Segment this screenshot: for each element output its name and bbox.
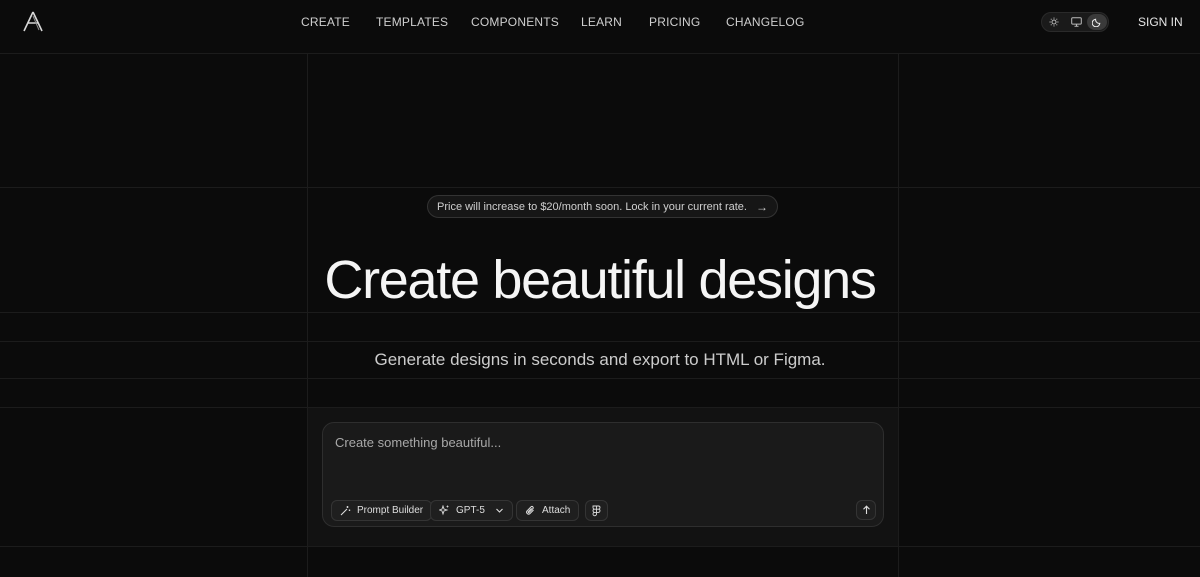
page-subtitle: Generate designs in seconds and export t… [374,350,826,369]
nav-item-learn[interactable]: LEARN [581,15,622,29]
model-label: GPT-5 [456,505,485,516]
banner-text: Price will increase to $20/month soon. L… [437,200,747,213]
nav-item-changelog[interactable]: CHANGELOG [726,15,804,29]
grid-line [0,312,1200,313]
grid-line [0,378,1200,379]
monitor-icon [1070,17,1082,27]
top-nav-bar: CREATE TEMPLATES COMPONENTS LEARN PRICIN… [0,0,1200,44]
nav-item-pricing[interactable]: PRICING [649,15,700,29]
grid-line [0,341,1200,342]
attach-label: Attach [542,505,571,516]
arrow-right-icon: → [755,199,768,214]
attach-button[interactable]: Attach [516,500,580,521]
sun-icon [1049,17,1059,27]
prompt-input[interactable] [333,433,877,477]
grid-line [898,54,899,577]
page-title: Create beautiful designs [324,250,876,310]
price-banner[interactable]: Price will increase to $20/month soon. L… [427,195,778,218]
model-select[interactable]: GPT-5 [430,500,513,521]
sign-in-link[interactable]: SIGN IN [1138,15,1183,29]
grid-line [0,546,1200,547]
nav-item-create[interactable]: CREATE [301,15,350,29]
paperclip-icon [526,505,534,515]
main-nav: CREATE TEMPLATES COMPONENTS LEARN PRICIN… [0,0,1200,44]
theme-light-button[interactable] [1044,14,1064,30]
chevron-down-icon [496,508,503,513]
figma-icon [592,505,601,516]
theme-toggle [1041,12,1109,32]
prompt-builder-label: Prompt Builder [357,505,424,516]
nav-item-components[interactable]: COMPONENTS [471,15,559,29]
arrow-up-icon [862,505,870,514]
prompt-builder-button[interactable]: Prompt Builder [331,500,433,521]
send-button[interactable] [856,500,876,520]
figma-button[interactable] [585,500,608,521]
prompt-composer: Prompt Builder GPT-5 Attach [322,422,884,527]
sparkle-icon [439,505,449,516]
grid-line [0,187,1200,188]
theme-dark-button[interactable] [1087,14,1107,30]
magic-wand-icon [340,506,351,516]
nav-item-templates[interactable]: TEMPLATES [376,15,448,29]
moon-icon [1092,18,1101,27]
theme-system-button[interactable] [1066,14,1086,30]
grid-line [0,53,1200,54]
